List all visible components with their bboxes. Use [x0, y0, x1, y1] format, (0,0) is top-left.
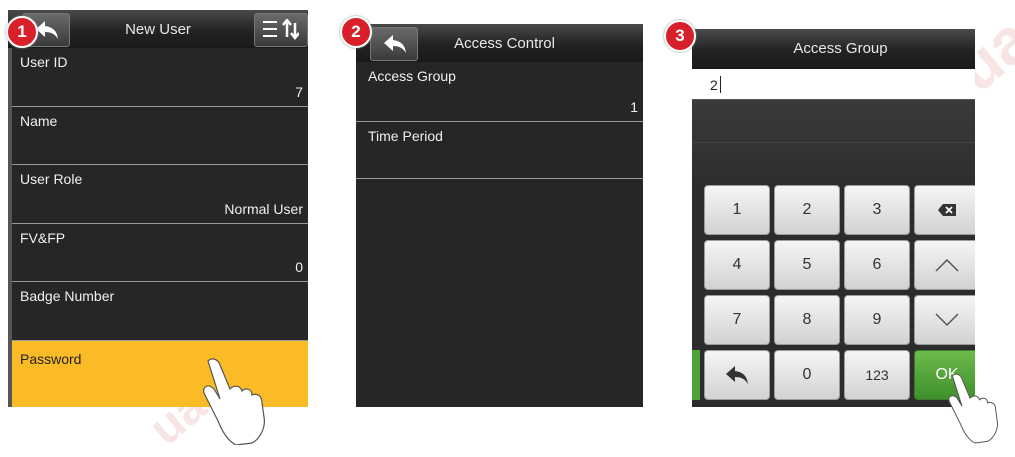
row-value: 0	[295, 259, 303, 275]
user-role-row[interactable]: User Role Normal User	[8, 165, 308, 224]
keypad-spacer	[692, 99, 975, 184]
key-2[interactable]: 2	[774, 185, 840, 235]
chevron-down-icon	[935, 313, 959, 327]
key-9[interactable]: 9	[844, 295, 910, 345]
row-label: User Role	[20, 171, 83, 187]
left-edge-strip	[8, 48, 12, 407]
fv-fp-row[interactable]: FV&FP 0	[8, 224, 308, 282]
time-period-row[interactable]: Time Period	[356, 122, 643, 179]
input-field[interactable]: 2	[692, 69, 975, 99]
page-title: Access Control	[454, 35, 555, 52]
step-badge: 2	[340, 16, 372, 48]
key-3[interactable]: 3	[844, 185, 910, 235]
left-green-strip	[692, 350, 700, 400]
key-7[interactable]: 7	[704, 295, 770, 345]
chevron-up-icon	[935, 258, 959, 272]
row-label: Time Period	[368, 128, 443, 144]
row-value: 7	[295, 84, 303, 100]
access-group-row[interactable]: Access Group 1	[356, 62, 643, 122]
row-label: Password	[20, 351, 82, 367]
user-id-row[interactable]: User ID 7	[8, 48, 308, 107]
back-key[interactable]	[704, 350, 770, 400]
back-arrow-icon	[726, 366, 748, 384]
access-group-screen: Access Group 2 1 2 3 4 5 6 7 8 9 0 123 O…	[692, 29, 975, 407]
key-6[interactable]: 6	[844, 240, 910, 290]
row-label: Badge Number	[20, 288, 115, 304]
finger-pointer-icon	[948, 373, 998, 444]
screen-header: Access Control	[356, 24, 643, 62]
step-badge: 3	[664, 20, 696, 52]
backspace-icon	[938, 204, 956, 216]
badge-number-row[interactable]: Badge Number	[8, 282, 308, 341]
finger-pointer-icon	[203, 358, 265, 445]
down-key[interactable]	[914, 295, 975, 345]
key-4[interactable]: 4	[704, 240, 770, 290]
row-value: 1	[630, 99, 638, 115]
key-5[interactable]: 5	[774, 240, 840, 290]
screen-header: New User	[8, 10, 308, 48]
page-title: Access Group	[793, 40, 888, 57]
row-value: Normal User	[224, 201, 303, 217]
row-label: FV&FP	[20, 230, 66, 246]
step-badge: 1	[6, 16, 38, 48]
backspace-key[interactable]	[914, 185, 975, 235]
up-key[interactable]	[914, 240, 975, 290]
access-control-screen: Access Control Access Group 1 Time Perio…	[356, 24, 643, 407]
sort-menu-button[interactable]	[254, 13, 308, 47]
row-label: Name	[20, 113, 58, 129]
sort-icon	[263, 19, 299, 41]
row-label: Access Group	[368, 68, 456, 84]
key-8[interactable]: 8	[774, 295, 840, 345]
input-value: 2	[710, 77, 718, 93]
key-1[interactable]: 1	[704, 185, 770, 235]
key-0[interactable]: 0	[774, 350, 840, 400]
text-cursor	[720, 76, 721, 93]
name-row[interactable]: Name	[8, 107, 308, 165]
new-user-screen: New User User ID 7 Name User Role Normal…	[8, 10, 308, 407]
row-label: User ID	[20, 54, 68, 70]
key-123[interactable]: 123	[844, 350, 910, 400]
screen-header: Access Group	[692, 29, 975, 69]
